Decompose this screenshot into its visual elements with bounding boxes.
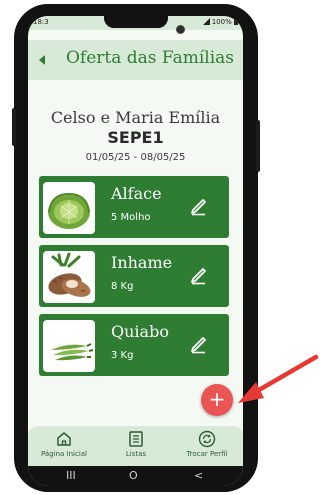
front-camera [176,25,185,34]
edit-icon[interactable] [188,263,208,285]
product-image [43,320,95,372]
lettuce-image [48,192,90,229]
product-name: Inhame [111,253,173,272]
switch-profile-icon [198,430,216,448]
volume-button [12,108,16,146]
edit-icon[interactable] [188,332,208,354]
app-bar: Oferta das Famílias [28,40,243,80]
edit-icon[interactable] [188,194,208,216]
bottom-navigation: Página Inicial Listas Trocar Perfil [28,426,243,466]
product-image [43,182,95,234]
list-icon [129,431,143,447]
family-name: Celso e Maria Emília [50,108,221,127]
battery-percent: 100% [211,18,232,26]
product-card-alface[interactable]: Alface 5 Molho [39,176,229,238]
status-time: 18:3 [33,18,49,26]
okra-image [51,343,94,361]
home-icon [57,432,71,446]
home-button[interactable]: O [129,469,138,482]
nav-label: Listas [125,450,147,458]
product-name: Quiabo [111,322,169,341]
power-button [256,120,260,172]
nav-label: Página Inicial [40,450,87,458]
signal-icon [202,18,210,25]
app-screen: 18:3 100% Oferta das Famílias Celso e Ma… [28,16,243,486]
back-button[interactable]: < [194,469,203,482]
group-code: SEPE1 [107,128,164,147]
annotation-arrow [238,354,319,403]
status-right: 100% [202,18,238,26]
nav-item-home[interactable]: Página Inicial [28,430,100,458]
product-name: Alface [111,184,162,203]
nav-item-lists[interactable]: Listas [100,430,172,458]
nav-label: Trocar Perfil [186,450,228,458]
battery-icon [234,18,238,25]
product-card-quiabo[interactable]: Quiabo 3 Kg [39,314,229,376]
notch [104,16,168,28]
yam-image [48,252,91,297]
back-arrow-icon[interactable] [35,51,49,69]
recents-button[interactable]: III [66,469,76,482]
offer-period: 01/05/25 - 08/05/25 [85,152,186,163]
product-image [43,251,95,303]
product-quantity: 8 Kg [111,281,134,292]
product-card-inhame[interactable]: Inhame 8 Kg [39,245,229,307]
add-product-button[interactable]: + [201,384,233,416]
system-navigation-bar: III O < [28,466,243,486]
page-title: Oferta das Famílias [66,48,234,68]
nav-item-switch-profile[interactable]: Trocar Perfil [171,430,243,458]
product-quantity: 3 Kg [111,350,134,361]
product-quantity: 5 Molho [111,212,151,223]
